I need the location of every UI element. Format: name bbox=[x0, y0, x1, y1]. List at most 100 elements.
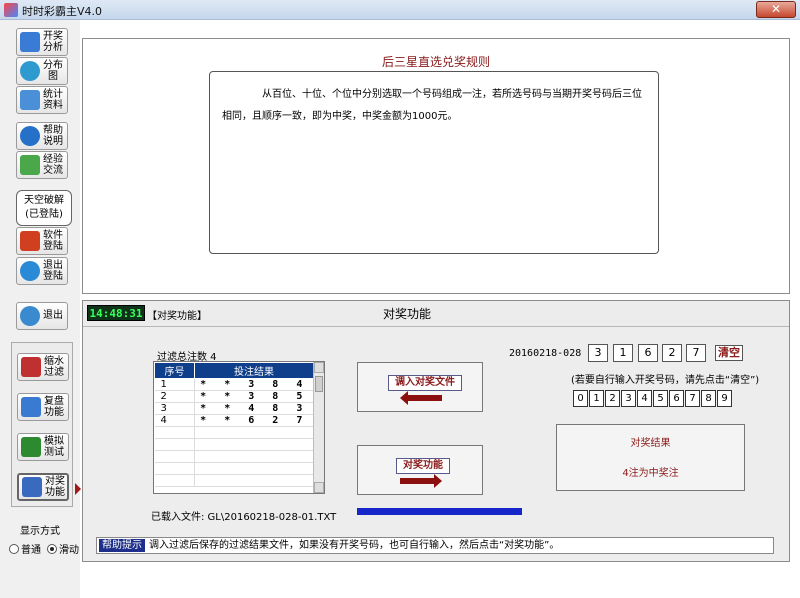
sidebar-item-help[interactable]: 帮助说明 bbox=[16, 122, 68, 150]
grid-header-result: 投注结果 bbox=[194, 362, 314, 379]
title-bar: 时时彩霸主V4.0 ✕ bbox=[0, 0, 800, 20]
tool-prize-check[interactable]: 对奖功能 bbox=[17, 473, 69, 501]
radio-slide-label: 滑动 bbox=[59, 545, 79, 556]
row-index: 2 bbox=[154, 390, 195, 403]
sidebar-item-logout[interactable]: 退出登陆 bbox=[16, 257, 68, 285]
keypad-5[interactable]: 5 bbox=[653, 390, 668, 407]
scroll-up-icon[interactable] bbox=[314, 362, 324, 373]
row-index: 4 bbox=[154, 414, 195, 427]
window-title: 时时彩霸主V4.0 bbox=[22, 5, 103, 18]
tools-group: 缩水过滤 复盘功能 模拟测试 对奖功能 bbox=[11, 342, 73, 507]
clock: 14:48:31 bbox=[87, 305, 145, 321]
row-result: * * 4 8 3 bbox=[194, 402, 314, 415]
keypad-0[interactable]: 0 bbox=[573, 390, 588, 407]
login-status-line1: 天空破解 bbox=[24, 195, 64, 206]
prize-check-panel: 14:48:31 【对奖功能】 对奖功能 过滤总注数 4 序号 投注结果 1 *… bbox=[82, 300, 790, 562]
keypad-7[interactable]: 7 bbox=[685, 390, 700, 407]
result-text: 4注为中奖注 bbox=[622, 468, 679, 479]
scroll-down-icon[interactable] bbox=[314, 482, 324, 493]
display-mode-label: 显示方式 bbox=[20, 526, 60, 537]
grid-scrollbar[interactable] bbox=[313, 362, 324, 493]
check-box: 对奖功能 bbox=[357, 445, 483, 495]
sidebar-item-experience[interactable]: 经验交流 bbox=[16, 151, 68, 179]
keypad-4[interactable]: 4 bbox=[637, 390, 652, 407]
bet-results-grid[interactable]: 序号 投注结果 1 * * 3 8 4 2 * * 3 8 5 3 * * 4 … bbox=[153, 361, 325, 494]
tool-simulate[interactable]: 模拟测试 bbox=[17, 433, 69, 461]
exit-icon bbox=[20, 306, 40, 326]
draw-digit-5[interactable]: 7 bbox=[686, 344, 706, 362]
draw-digit-3[interactable]: 6 bbox=[638, 344, 658, 362]
active-tool-indicator bbox=[75, 483, 81, 495]
row-index: 1 bbox=[154, 378, 195, 391]
help-text: 调入过滤后保存的过滤结果文件，如果没有开奖号码，也可自行输入，然后点击“对奖功能… bbox=[149, 540, 560, 551]
row-result: * * 3 8 4 bbox=[194, 378, 314, 391]
people-icon bbox=[20, 155, 40, 175]
login-status-button[interactable]: 天空破解 (已登陆) bbox=[16, 190, 72, 226]
rules-text: 从百位、十位、个位中分别选取一个号码组成一注，若所选号码与当期开奖号码后三位相同… bbox=[222, 89, 642, 122]
radio-slide[interactable] bbox=[47, 543, 57, 554]
row-result: * * 6 2 7 bbox=[194, 414, 314, 427]
keypad-1[interactable]: 1 bbox=[589, 390, 604, 407]
row-result: * * 3 8 5 bbox=[194, 390, 314, 403]
tool-shrink-filter[interactable]: 缩水过滤 bbox=[17, 353, 69, 381]
table-row[interactable]: 1 * * 3 8 4 bbox=[154, 378, 314, 391]
row-index: 3 bbox=[154, 402, 195, 415]
clear-button[interactable]: 清空 bbox=[715, 345, 743, 361]
keypad-8[interactable]: 8 bbox=[701, 390, 716, 407]
tool-replay[interactable]: 复盘功能 bbox=[17, 393, 69, 421]
scroll-thumb[interactable] bbox=[315, 376, 323, 392]
replay-icon bbox=[21, 397, 41, 417]
sidebar-item-software-login[interactable]: 软件登陆 bbox=[16, 227, 68, 255]
prize-icon bbox=[22, 477, 42, 497]
arrow-left-icon bbox=[400, 391, 442, 405]
key-icon bbox=[20, 231, 40, 251]
close-button[interactable]: ✕ bbox=[756, 1, 796, 18]
rules-panel: 后三星直选兑奖规则 从百位、十位、个位中分别选取一个号码组成一注，若所选号码与当… bbox=[82, 38, 790, 294]
draw-digit-2[interactable]: 1 bbox=[613, 344, 633, 362]
help-label: 帮助提示 bbox=[99, 539, 145, 552]
grid-header-index: 序号 bbox=[154, 362, 195, 379]
display-mode-options: 普通 滑动 bbox=[9, 541, 79, 556]
draw-digit-4[interactable]: 2 bbox=[662, 344, 682, 362]
swap-icon bbox=[21, 437, 41, 457]
sidebar-item-lottery-analysis[interactable]: 开奖分析 bbox=[16, 28, 68, 56]
scissors-icon bbox=[21, 357, 41, 377]
radio-normal[interactable] bbox=[9, 543, 19, 554]
arrow-right-icon bbox=[400, 474, 442, 488]
draw-digit-1[interactable]: 3 bbox=[588, 344, 608, 362]
login-status-line2: (已登陆) bbox=[25, 209, 63, 220]
chart-icon bbox=[20, 32, 40, 52]
import-box: 调入对奖文件 bbox=[357, 362, 483, 412]
keypad-2[interactable]: 2 bbox=[605, 390, 620, 407]
keypad-3[interactable]: 3 bbox=[621, 390, 636, 407]
app-icon bbox=[4, 3, 18, 17]
loaded-file: 已载入文件: GL\20160218-028-01.TXT bbox=[151, 512, 337, 523]
help-icon bbox=[20, 126, 40, 146]
sidebar-item-statistics[interactable]: 统计资料 bbox=[16, 86, 68, 114]
keypad-6[interactable]: 6 bbox=[669, 390, 684, 407]
help-bar: 帮助提示 调入过滤后保存的过滤结果文件，如果没有开奖号码，也可自行输入，然后点击… bbox=[96, 537, 774, 554]
check-prize-button[interactable]: 对奖功能 bbox=[396, 458, 450, 474]
result-box: 对奖结果 4注为中奖注 bbox=[556, 424, 745, 491]
panel-tag: 【对奖功能】 bbox=[147, 311, 207, 322]
prize-panel-header: 14:48:31 【对奖功能】 对奖功能 bbox=[83, 301, 789, 327]
keypad-9[interactable]: 9 bbox=[717, 390, 732, 407]
table-row[interactable]: 4 * * 6 2 7 bbox=[154, 414, 314, 427]
result-title: 对奖结果 bbox=[630, 438, 671, 449]
rules-title: 后三星直选兑奖规则 bbox=[381, 55, 490, 69]
globe-icon bbox=[20, 61, 40, 81]
panel-title: 对奖功能 bbox=[383, 307, 432, 321]
sidebar-item-exit[interactable]: 退出 bbox=[16, 302, 68, 330]
stats-icon bbox=[20, 90, 40, 110]
off-icon bbox=[20, 261, 40, 281]
progress-bar bbox=[357, 508, 522, 515]
table-row[interactable]: 3 * * 4 8 3 bbox=[154, 402, 314, 415]
sidebar: 开奖分析 分布图 统计资料 帮助说明 经验交流 天空破解 (已登陆) 软件登陆 … bbox=[0, 20, 81, 598]
rules-box: 从百位、十位、个位中分别选取一个号码组成一注，若所选号码与当期开奖号码后三位相同… bbox=[209, 71, 659, 254]
radio-normal-label: 普通 bbox=[21, 545, 41, 556]
input-hint: (若要自行输入开奖号码，请先点击“清空”) bbox=[571, 375, 760, 386]
sidebar-item-distribution[interactable]: 分布图 bbox=[16, 57, 68, 85]
draw-date: 20160218-028 bbox=[509, 348, 582, 359]
table-row[interactable]: 2 * * 3 8 5 bbox=[154, 390, 314, 403]
import-file-button[interactable]: 调入对奖文件 bbox=[388, 375, 462, 391]
